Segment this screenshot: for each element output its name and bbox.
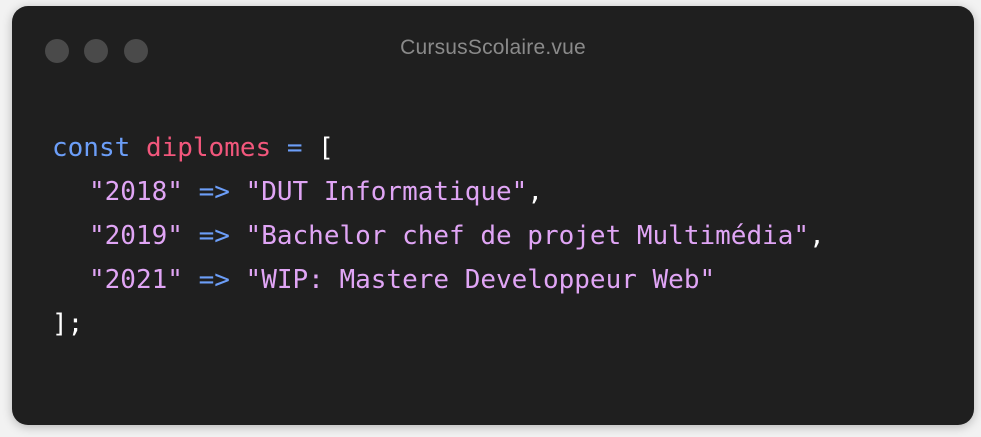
entry-arrow: => [198,265,230,295]
assign-operator: = [286,133,303,163]
entry-arrow: => [198,177,230,207]
code-line-5: ]; [52,302,825,346]
keyword-const: const [52,133,131,163]
array-close: ]; [52,309,84,339]
entry-arrow: => [198,221,230,251]
window-title: CursusScolaire.vue [400,36,586,59]
array-open-bracket: [ [318,133,334,163]
code-line-4: "2021" => "WIP: Mastere Developpeur Web" [52,258,825,302]
code-line-1: const diplomes = [ [52,126,825,170]
entry-key: "2019" [89,221,183,251]
entry-separator: , [527,177,543,207]
entry-separator: , [809,221,825,251]
code-block: const diplomes = ["2018" => "DUT Informa… [52,126,825,346]
entry-key: "2021" [89,265,183,295]
code-window: CursusScolaire.vue const diplomes = ["20… [12,6,974,425]
title-bar: CursusScolaire.vue [12,6,974,86]
code-line-2: "2018" => "DUT Informatique", [52,170,825,214]
entry-value: "Bachelor chef de projet Multimédia" [245,221,810,251]
code-line-3: "2019" => "Bachelor chef de projet Multi… [52,214,825,258]
entry-key: "2018" [89,177,183,207]
entry-value: "DUT Informatique" [245,177,528,207]
variable-name: diplomes [145,133,272,163]
entry-value: "WIP: Mastere Developpeur Web" [245,265,716,295]
